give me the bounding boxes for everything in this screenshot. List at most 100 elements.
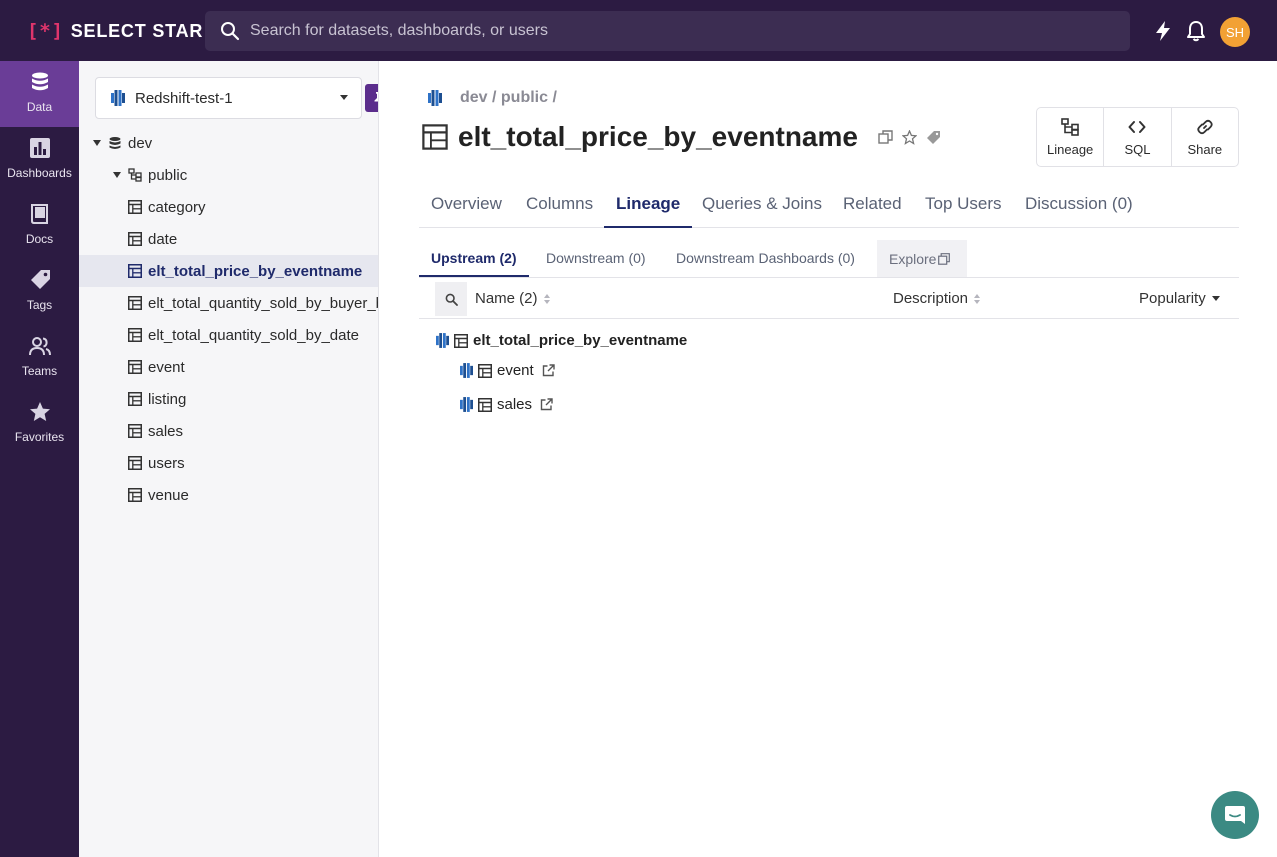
tab-top-users[interactable]: Top Users: [913, 191, 1014, 228]
select-star-logo[interactable]: [*] SELECT STAR: [27, 19, 203, 43]
expand-caret-icon[interactable]: [113, 172, 121, 178]
logo-text: SELECT STAR: [70, 20, 204, 41]
sql-button[interactable]: SQL: [1104, 108, 1172, 166]
nav-teams[interactable]: Teams: [0, 325, 79, 391]
global-search[interactable]: [205, 11, 1130, 51]
star-icon[interactable]: [901, 129, 917, 145]
tree-item-label: listing: [148, 390, 187, 408]
external-link-icon[interactable]: [540, 398, 553, 411]
nav-favorites[interactable]: Favorites: [0, 391, 79, 457]
logo-mark: [*]: [27, 20, 64, 42]
tab-overview[interactable]: Overview: [419, 191, 514, 228]
external-link-icon[interactable]: [542, 364, 555, 377]
tree-item-elt-total-price-by-eventname[interactable]: elt_total_price_by_eventname: [79, 255, 378, 287]
tree-item-elt-total-quantity-sold-by-buyer-by-date[interactable]: elt_total_quantity_sold_by_buyer_by_date: [79, 287, 378, 319]
nav-data[interactable]: Data: [0, 61, 79, 127]
users-icon: [28, 337, 51, 356]
left-nav: Data Dashboards Docs Tags Teams Favorite…: [0, 61, 79, 857]
redshift-icon: [428, 90, 442, 106]
nav-dashboards[interactable]: Dashboards: [0, 127, 79, 193]
detail-tabs: Overview Columns Lineage Queries & Joins…: [419, 191, 1239, 228]
pin-sidebar-button[interactable]: [365, 84, 378, 112]
tree-item-event[interactable]: event: [79, 351, 378, 383]
nav-label: Data: [26, 100, 53, 114]
sort-icon: [974, 293, 981, 304]
database-select[interactable]: Redshift-test-1: [95, 77, 362, 119]
bell-icon[interactable]: [1186, 20, 1206, 42]
table-icon: [128, 360, 142, 374]
tab-discussion[interactable]: Discussion (0): [1013, 191, 1145, 228]
tab-columns[interactable]: Columns: [514, 191, 605, 228]
nav-docs[interactable]: Docs: [0, 193, 79, 259]
tree-item-users[interactable]: users: [79, 447, 378, 479]
breadcrumb-path[interactable]: dev / public /: [460, 89, 557, 107]
tree-item-public[interactable]: public: [79, 159, 378, 191]
tree-item-sales[interactable]: sales: [79, 415, 378, 447]
table-icon: [128, 264, 142, 278]
chat-icon: [1225, 806, 1245, 824]
tree-item-label: elt_total_quantity_sold_by_date: [148, 326, 359, 344]
lightning-icon[interactable]: [1153, 20, 1173, 42]
lineage-button[interactable]: Lineage: [1037, 108, 1105, 166]
tree-item-label: dev: [128, 134, 153, 152]
nav-label: Docs: [25, 232, 54, 246]
chat-support-button[interactable]: [1211, 791, 1259, 839]
explore-label: Explore: [889, 250, 937, 267]
tag-icon[interactable]: [926, 130, 941, 145]
copy-icon[interactable]: [878, 129, 893, 145]
top-bar: [*] SELECT STAR SH: [0, 0, 1277, 61]
tree-item-category[interactable]: category: [79, 191, 378, 223]
lineage-row-label[interactable]: sales: [497, 396, 532, 413]
table-icon: [128, 296, 142, 310]
tree-item-label: event: [148, 358, 185, 376]
schema-icon: [128, 168, 142, 182]
redshift-icon: [460, 397, 473, 412]
tree-item-label: users: [148, 454, 185, 472]
tree-item-dev[interactable]: dev: [79, 127, 378, 159]
column-header-popularity-label: Popularity: [1139, 290, 1206, 307]
subtab-explore[interactable]: Explore: [877, 240, 967, 277]
breadcrumb: dev / public /: [428, 89, 557, 107]
code-icon: [1128, 120, 1146, 133]
share-button[interactable]: Share: [1172, 108, 1238, 166]
lineage-icon: [1061, 117, 1079, 136]
subtab-downstream-dashboards[interactable]: Downstream Dashboards (0): [664, 240, 867, 277]
search-input[interactable]: [250, 22, 1110, 40]
search-icon: [221, 22, 240, 41]
table-icon: [478, 397, 492, 412]
tab-related[interactable]: Related: [831, 191, 914, 228]
table-icon: [478, 363, 492, 378]
tree-item-date[interactable]: date: [79, 223, 378, 255]
subtab-upstream[interactable]: Upstream (2): [419, 240, 529, 277]
avatar[interactable]: SH: [1220, 17, 1250, 47]
column-header-name[interactable]: Name (2): [475, 290, 550, 307]
tree-item-venue[interactable]: venue: [79, 479, 378, 511]
column-header-popularity[interactable]: Popularity: [1139, 290, 1220, 307]
table-search-button[interactable]: [435, 282, 467, 316]
page-title: elt_total_price_by_eventname: [458, 121, 858, 152]
lineage-row-label[interactable]: event: [497, 362, 534, 379]
chevron-down-icon: [340, 95, 348, 100]
lineage-subtabs: Upstream (2) Downstream (0) Downstream D…: [419, 240, 1239, 277]
nav-label: Dashboards: [7, 166, 72, 180]
book-icon: [30, 204, 48, 224]
lineage-root-row[interactable]: elt_total_price_by_eventname: [436, 332, 687, 349]
tab-queries-joins[interactable]: Queries & Joins: [690, 191, 834, 228]
column-header-description[interactable]: Description: [893, 290, 981, 307]
link-icon: [1197, 119, 1213, 134]
tree-item-label: elt_total_price_by_eventname: [148, 262, 363, 280]
lineage-table-header: Name (2) Description Popularity: [419, 277, 1239, 319]
lineage-root-label: elt_total_price_by_eventname: [473, 332, 688, 349]
table-icon: [128, 232, 142, 246]
search-icon: [445, 293, 458, 306]
lineage-row[interactable]: sales: [460, 396, 553, 413]
share-label: Share: [1187, 141, 1223, 157]
nav-tags[interactable]: Tags: [0, 259, 79, 325]
expand-caret-icon[interactable]: [93, 140, 101, 146]
tree-item-elt-total-quantity-sold-by-date[interactable]: elt_total_quantity_sold_by_date: [79, 319, 378, 351]
lineage-row[interactable]: event: [460, 362, 555, 379]
subtab-downstream[interactable]: Downstream (0): [534, 240, 658, 277]
tab-lineage[interactable]: Lineage: [604, 191, 693, 228]
tree-item-listing[interactable]: listing: [79, 383, 378, 415]
tree-item-label: venue: [148, 486, 189, 504]
